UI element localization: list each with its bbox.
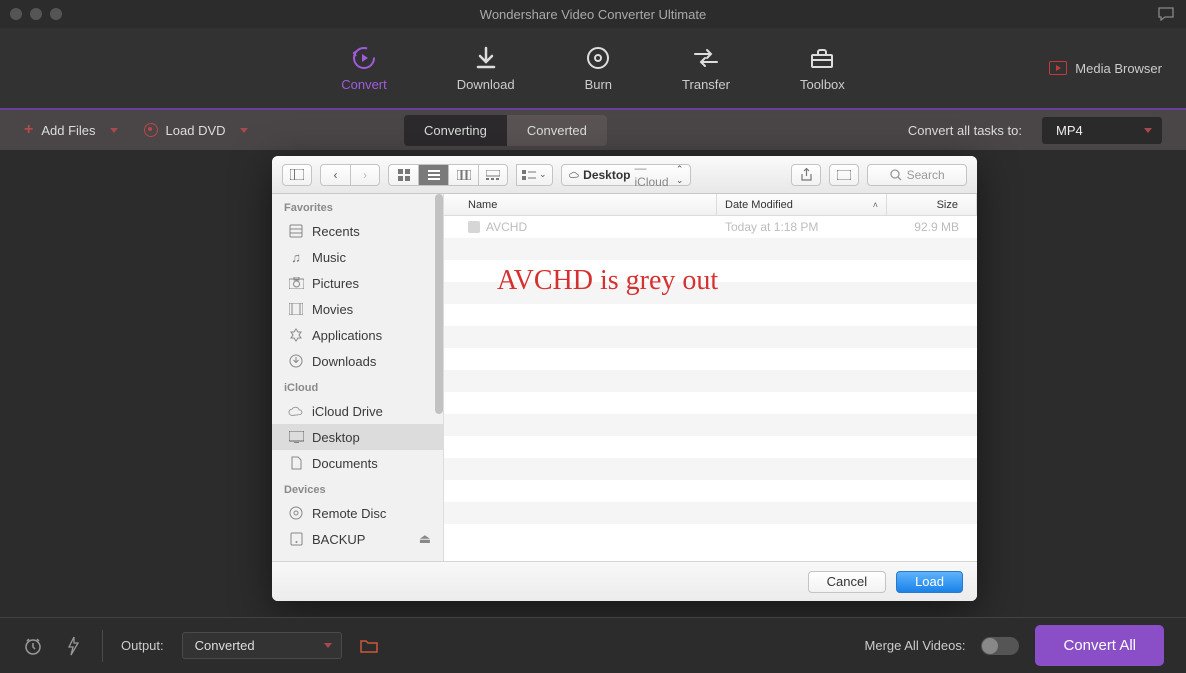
tab-convert[interactable]: Convert <box>341 45 387 92</box>
clock-icon[interactable] <box>22 635 44 657</box>
bottom-bar: Output: Converted Merge All Videos: Conv… <box>0 617 1186 673</box>
secondary-toolbar: + Add Files Load DVD Converting Converte… <box>0 110 1186 150</box>
media-browser-button[interactable]: Media Browser <box>1049 61 1162 76</box>
sidebar-item-downloads[interactable]: Downloads <box>272 348 443 374</box>
output-label: Output: <box>121 638 164 653</box>
downloads-icon <box>288 353 304 369</box>
cloud-icon <box>288 403 304 419</box>
convert-icon <box>351 45 377 71</box>
sidebar-item-movies[interactable]: Movies <box>272 296 443 322</box>
search-icon <box>890 169 902 181</box>
column-size[interactable]: Size <box>887 194 977 215</box>
column-view-button[interactable] <box>448 164 478 186</box>
center-tabs: Converting Converted <box>404 115 607 146</box>
load-button[interactable]: Load <box>896 571 963 593</box>
tab-transfer[interactable]: Transfer <box>682 45 730 92</box>
tab-burn[interactable]: Burn <box>585 45 612 92</box>
output-format-select[interactable]: MP4 <box>1042 117 1162 144</box>
toolbox-icon <box>809 45 835 71</box>
load-dvd-button[interactable]: Load DVD <box>144 123 248 138</box>
documents-icon <box>288 455 304 471</box>
file-icon <box>468 221 480 233</box>
disc-icon <box>288 505 304 521</box>
add-files-button[interactable]: + Add Files <box>24 121 118 139</box>
column-headers: Name Date Modified˄ Size <box>444 194 977 216</box>
scrollbar[interactable] <box>435 194 443 414</box>
column-name[interactable]: Name <box>444 194 717 215</box>
gallery-view-button[interactable] <box>478 164 508 186</box>
list-view-button[interactable] <box>418 164 448 186</box>
app-title: Wondershare Video Converter Ultimate <box>480 7 706 22</box>
music-icon: ♫ <box>288 249 304 265</box>
nav-buttons: ‹ › <box>320 164 380 186</box>
sidebar-item-backup[interactable]: BACKUP⏏ <box>272 526 443 552</box>
back-button[interactable]: ‹ <box>320 164 350 186</box>
annotation-text: AVCHD is grey out <box>497 265 718 297</box>
tab-toolbox[interactable]: Toolbox <box>800 45 845 92</box>
sort-caret-icon: ˄ <box>873 200 878 210</box>
finder-toolbar: ‹ › ⌄ Desktop — iCloud ⌃⌄ Search <box>272 156 977 194</box>
pictures-icon <box>288 275 304 291</box>
eject-icon[interactable]: ⏏ <box>419 531 431 547</box>
titlebar: Wondershare Video Converter Ultimate <box>0 0 1186 28</box>
chevron-down-icon <box>240 128 248 133</box>
main-tabs: Convert Download Burn Transfer Toolbox M… <box>0 28 1186 108</box>
group-menu[interactable]: ⌄ <box>516 164 553 186</box>
sidebar-header-icloud: iCloud <box>272 374 443 398</box>
sidebar-header-devices: Devices <box>272 476 443 500</box>
sidebar-item-pictures[interactable]: Pictures <box>272 270 443 296</box>
location-dropdown[interactable]: Desktop — iCloud ⌃⌄ <box>561 164 692 186</box>
open-folder-icon[interactable] <box>360 639 378 653</box>
drive-icon <box>288 531 304 547</box>
convert-all-label: Convert all tasks to: <box>908 123 1022 138</box>
tab-converting[interactable]: Converting <box>404 115 507 146</box>
file-row[interactable]: AVCHD Today at 1:18 PM 92.9 MB <box>444 216 977 238</box>
tags-button[interactable] <box>829 164 859 186</box>
applications-icon <box>288 327 304 343</box>
tab-download[interactable]: Download <box>457 45 515 92</box>
cancel-button[interactable]: Cancel <box>808 571 886 593</box>
sidebar-item-desktop[interactable]: Desktop <box>272 424 443 450</box>
sidebar-item-music[interactable]: ♫Music <box>272 244 443 270</box>
sidebar-header-favorites: Favorites <box>272 194 443 218</box>
share-button[interactable] <box>791 164 821 186</box>
sidebar-item-applications[interactable]: Applications <box>272 322 443 348</box>
disc-icon <box>144 123 158 137</box>
cloud-icon <box>569 170 580 180</box>
plus-icon: + <box>24 121 33 139</box>
finder-file-list: Name Date Modified˄ Size AVCHD Today at … <box>444 194 977 561</box>
finder-footer: Cancel Load <box>272 561 977 601</box>
merge-label: Merge All Videos: <box>865 638 966 653</box>
chevron-down-icon <box>110 128 118 133</box>
forward-button[interactable]: › <box>350 164 380 186</box>
recents-icon <box>288 223 304 239</box>
download-icon <box>473 45 499 71</box>
desktop-icon <box>288 429 304 445</box>
merge-toggle[interactable] <box>981 637 1019 655</box>
chat-icon[interactable] <box>1158 7 1174 21</box>
sidebar-item-remote-disc[interactable]: Remote Disc <box>272 500 443 526</box>
transfer-icon <box>693 45 719 71</box>
media-browser-icon <box>1049 61 1067 75</box>
column-date[interactable]: Date Modified˄ <box>717 194 887 215</box>
finder-sidebar: Favorites Recents ♫Music Pictures Movies… <box>272 194 444 561</box>
burn-icon <box>585 45 611 71</box>
sidebar-item-icloud-drive[interactable]: iCloud Drive <box>272 398 443 424</box>
window-controls[interactable] <box>10 8 62 20</box>
output-folder-select[interactable]: Converted <box>182 632 342 659</box>
file-open-dialog: ‹ › ⌄ Desktop — iCloud ⌃⌄ Search Favorit… <box>272 156 977 601</box>
convert-all-button[interactable]: Convert All <box>1035 625 1164 666</box>
tab-converted[interactable]: Converted <box>507 115 607 146</box>
speed-icon[interactable] <box>62 635 84 657</box>
movies-icon <box>288 301 304 317</box>
divider <box>102 630 103 662</box>
icon-view-button[interactable] <box>388 164 418 186</box>
view-mode-buttons <box>388 164 508 186</box>
sidebar-item-recents[interactable]: Recents <box>272 218 443 244</box>
sidebar-item-documents[interactable]: Documents <box>272 450 443 476</box>
search-field[interactable]: Search <box>867 164 967 186</box>
sidebar-toggle-button[interactable] <box>282 164 312 186</box>
